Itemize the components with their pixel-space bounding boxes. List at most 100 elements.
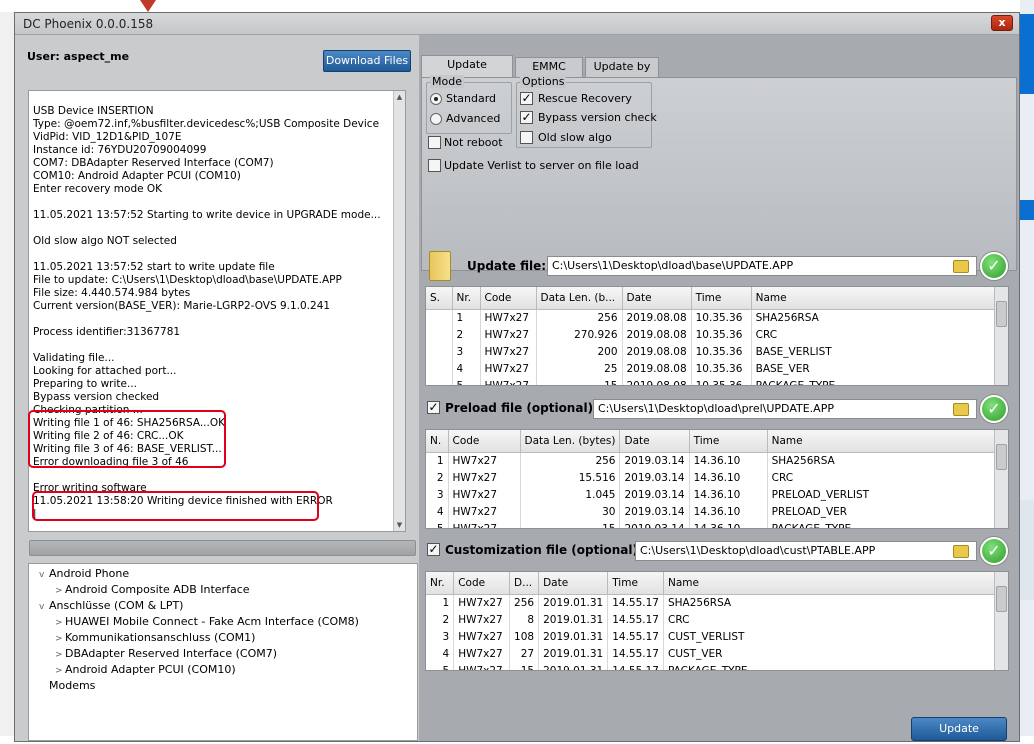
update-button[interactable]: Update [911,717,1007,741]
column-header[interactable]: Code [453,572,511,595]
table-row[interactable]: 5 HW7x27 15 2019.01.31 14.55.17 PACKAGE_TYPE [426,662,1008,670]
table-row[interactable]: 4 HW7x27 25 2019.08.08 10.35.36 BASE_VER [426,360,998,377]
column-header[interactable]: S. [426,287,453,310]
table-row[interactable]: 1 HW7x27 256 2019.01.31 14.55.17 SHA256RSA [426,594,1008,611]
column-header[interactable]: Data Len. (bytes) [520,430,621,453]
preload-file-path[interactable]: C:\Users\1\Desktop\dload\prel\UPDATE.APP [593,399,977,419]
tree-node[interactable]: > Android Composite ADB Interface [55,582,250,598]
column-header[interactable]: Code [480,287,537,310]
browse-folder-icon[interactable] [953,403,969,416]
table-row[interactable]: 3 HW7x27 200 2019.08.08 10.35.36 BASE_VERLIST [426,343,998,360]
chevron-right-icon[interactable]: > [55,631,65,647]
column-header[interactable]: Time [689,430,768,453]
mode-group [426,82,512,134]
customization-file-path[interactable]: C:\Users\1\Desktop\dload\cust\PTABLE.APP [635,541,977,561]
device-tree[interactable]: v Android Phone > Android Composite ADB Int… [28,563,418,741]
bypass-version-check-label[interactable]: Bypass version check [538,111,657,124]
table-row[interactable]: 3 HW7x27 1.045 2019.03.14 14.36.10 PRELOAD_VE… [426,486,1004,503]
scroll-down-icon[interactable]: ▼ [395,520,404,530]
table-row[interactable]: 2 HW7x27 270.926 2019.08.08 10.35.36 CRC [426,326,998,343]
table-cell: PACKAGE_TYPE [663,662,1008,670]
scroll-thumb[interactable] [996,301,1007,327]
advanced-radio[interactable] [430,113,442,125]
table-row[interactable]: 2 HW7x27 8 2019.01.31 14.55.17 CRC [426,611,1008,628]
rescue-recovery-checkbox[interactable]: ✓ [520,92,533,105]
table-row[interactable]: 1 HW7x27 256 2019.08.08 10.35.36 SHA256RSA [426,309,998,326]
update-verlist-label[interactable]: Update Verlist to server on file load [444,159,639,172]
update-verlist-checkbox[interactable] [428,159,441,172]
table-row[interactable]: 4 HW7x27 27 2019.01.31 14.55.17 CUST_VER [426,645,1008,662]
preload-file-checkbox[interactable]: ✓ [427,401,440,414]
table-row[interactable]: 1 HW7x27 256 2019.03.14 14.36.10 SHA256RSA [426,452,1004,469]
table-cell: 5 [426,662,455,670]
download-files-button[interactable]: Download Files [323,50,411,72]
chevron-right-icon[interactable]: > [55,647,65,663]
table-cell: 15 [520,520,621,528]
table-row[interactable]: 2 HW7x27 15.516 2019.03.14 14.36.10 CRC [426,469,1004,486]
column-header[interactable]: Time [691,287,752,310]
preload-file-table[interactable]: N. Code Data Len. (bytes) Date Time Name 1 HW7… [425,429,1009,529]
update-file-path[interactable]: C:\Users\1\Desktop\dload\base\UPDATE.APP [547,256,977,276]
table-row[interactable]: 5 HW7x27 15 2019.03.14 14.36.10 PACKAGE_TYPE [426,520,1004,528]
chevron-down-icon[interactable]: v [39,567,49,583]
bypass-version-check-checkbox[interactable]: ✓ [520,111,533,124]
table-row[interactable]: 3 HW7x27 108 2019.01.31 14.55.17 CUST_VERLIST [426,628,1008,645]
tree-node[interactable]: v Android Phone [39,566,129,582]
tree-node[interactable]: > Kommunikationsanschluss (COM1) [55,630,255,646]
not-reboot-label[interactable]: Not reboot [444,136,503,149]
log-scrollbar[interactable]: ▲ ▼ [393,91,405,531]
not-reboot-checkbox[interactable] [428,136,441,149]
table-cell: HW7x27 [453,628,511,645]
table-row[interactable]: 4 HW7x27 30 2019.03.14 14.36.10 PRELOAD_VER [426,503,1004,520]
close-button[interactable]: x [991,15,1013,31]
tree-node[interactable]: Modems [39,678,95,694]
chevron-down-icon[interactable]: v [39,599,49,615]
folder-icon[interactable] [429,251,451,281]
table-cell: 108 [509,628,540,645]
table-scrollbar[interactable] [994,430,1008,528]
column-header[interactable]: Data Len. (b... [536,287,623,310]
old-slow-algo-label[interactable]: Old slow algo [538,131,612,144]
tab-emmc-dump[interactable]: EMMC dump [515,57,583,91]
standard-radio[interactable] [430,93,442,105]
column-header[interactable]: Date [538,572,609,595]
table-scrollbar[interactable] [994,572,1008,670]
customization-file-checkbox[interactable]: ✓ [427,543,440,556]
log-textarea[interactable]: USB Device INSERTION Type: @oem72.inf,%bu… [28,90,406,532]
column-header[interactable]: Name [663,572,1008,595]
column-header[interactable]: Code [448,430,521,453]
customization-file-table[interactable]: Nr. Code D... Date Time Name 1 HW7x27 256 2019.0… [425,571,1009,671]
chevron-right-icon[interactable]: > [55,663,65,679]
column-header[interactable]: Time [607,572,664,595]
tab-update-firmware[interactable]: Update Firmware [421,55,513,89]
chevron-right-icon[interactable]: > [55,615,65,631]
chevron-right-icon[interactable]: > [55,583,65,599]
advanced-label[interactable]: Advanced [446,112,500,125]
scroll-thumb[interactable] [996,444,1007,470]
update-file-table[interactable]: S. Nr. Code Data Len. (b... Date Time Name 1 HW… [425,286,1009,386]
column-header[interactable]: D... [509,572,540,595]
column-header[interactable]: Date [622,287,692,310]
tree-node[interactable]: > HUAWEI Mobile Connect - Fake Acm Interf… [55,614,359,630]
scroll-up-icon[interactable]: ▲ [395,92,404,102]
column-header[interactable]: Name [767,430,1004,453]
table-row[interactable]: 5 HW7x27 15 2019.08.08 10.35.36 PACKAGE_TYPE [426,377,998,385]
tab-update-by-tp[interactable]: Update by TP [585,57,659,91]
browse-folder-icon[interactable] [953,260,969,273]
tree-node[interactable]: > DBAdapter Reserved Interface (COM7) [55,646,277,662]
scroll-thumb[interactable] [996,586,1007,612]
column-header[interactable]: N. [426,430,449,453]
browse-folder-icon[interactable] [953,545,969,558]
column-header[interactable]: Name [751,287,998,310]
column-header[interactable]: Nr. [426,572,455,595]
tree-node[interactable]: > Android Adapter PCUI (COM10) [55,662,236,678]
title-bar[interactable]: DC Phoenix 0.0.0.158 x [15,13,1019,35]
column-header[interactable]: Date [619,430,690,453]
rescue-recovery-label[interactable]: Rescue Recovery [538,92,632,105]
table-cell: 14.55.17 [607,611,664,628]
tree-node[interactable]: v Anschlüsse (COM & LPT) [39,598,183,614]
table-scrollbar[interactable] [994,287,1008,385]
old-slow-algo-checkbox[interactable] [520,131,533,144]
column-header[interactable]: Nr. [452,287,481,310]
standard-label[interactable]: Standard [446,92,496,105]
